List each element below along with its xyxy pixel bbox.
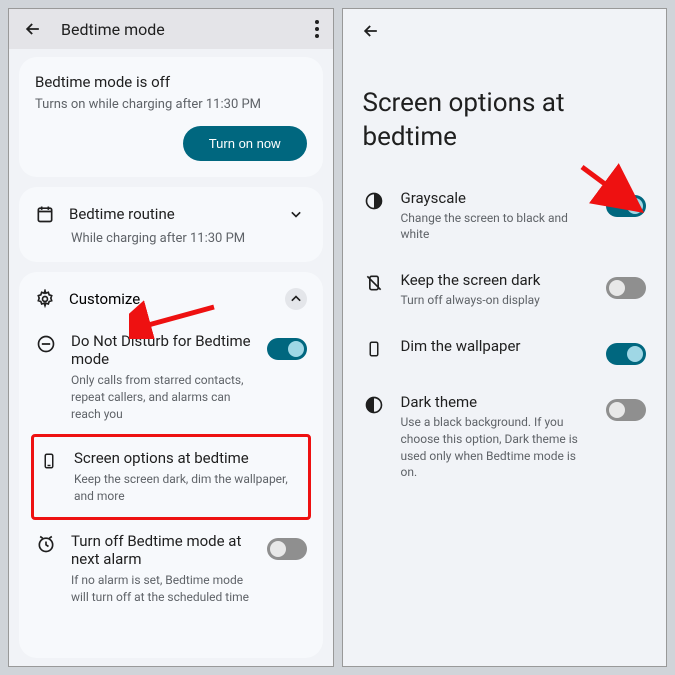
dnd-title: Do Not Disturb for Bedtime mode <box>71 332 253 368</box>
keep-dark-toggle[interactable] <box>606 277 646 299</box>
dnd-subtitle: Only calls from starred contacts, repeat… <box>71 372 253 422</box>
routine-label: Bedtime routine <box>69 205 271 223</box>
dark-theme-icon <box>363 393 385 415</box>
screen-options-title: Screen options at bedtime <box>74 449 304 467</box>
alarm-icon <box>35 532 57 554</box>
phone-icon <box>38 449 60 471</box>
content: Bedtime mode is off Turns on while charg… <box>9 49 333 666</box>
dnd-toggle[interactable] <box>267 338 307 360</box>
dark-theme-option[interactable]: Dark theme Use a black background. If you… <box>343 379 667 495</box>
top-bar: Bedtime mode <box>9 9 333 49</box>
dim-icon <box>363 337 385 359</box>
turn-on-button[interactable]: Turn on now <box>183 126 307 161</box>
keep-dark-title: Keep the screen dark <box>401 271 591 289</box>
dnd-item[interactable]: Do Not Disturb for Bedtime mode Only call… <box>35 320 307 434</box>
routine-card[interactable]: Bedtime routine While charging after 11:… <box>19 187 323 262</box>
grayscale-toggle[interactable] <box>606 195 646 217</box>
grayscale-icon <box>363 189 385 211</box>
keep-dark-subtitle: Turn off always-on display <box>401 292 591 309</box>
more-icon[interactable] <box>315 20 319 38</box>
status-subtitle: Turns on while charging after 11:30 PM <box>35 97 307 112</box>
back-icon[interactable] <box>361 21 381 41</box>
dim-title: Dim the wallpaper <box>401 337 591 355</box>
grayscale-subtitle: Change the screen to black and white <box>401 210 591 244</box>
chevron-up-icon[interactable] <box>285 288 307 310</box>
no-display-icon <box>363 271 385 293</box>
customize-label: Customize <box>69 290 271 308</box>
customize-card: Customize Do Not Disturb for Bedtime mod… <box>19 272 323 658</box>
routine-subtitle: While charging after 11:30 PM <box>71 231 307 246</box>
dark-theme-title: Dark theme <box>401 393 591 411</box>
page-title: Bedtime mode <box>61 20 297 39</box>
gear-icon <box>35 289 55 309</box>
alarm-title: Turn off Bedtime mode at next alarm <box>71 532 253 568</box>
status-title: Bedtime mode is off <box>35 73 307 91</box>
dnd-icon <box>35 332 57 354</box>
left-screen: Bedtime mode Bedtime mode is off Turns o… <box>8 8 334 667</box>
dim-option[interactable]: Dim the wallpaper <box>343 323 667 379</box>
dark-theme-toggle[interactable] <box>606 399 646 421</box>
chevron-down-icon <box>285 203 307 225</box>
dim-toggle[interactable] <box>606 343 646 365</box>
highlight-box: Screen options at bedtime Keep the screen… <box>31 434 311 520</box>
grayscale-title: Grayscale <box>401 189 591 207</box>
right-screen: Screen options at bedtime Grayscale Chang… <box>342 8 668 667</box>
grayscale-option[interactable]: Grayscale Change the screen to black and … <box>343 175 667 258</box>
dark-theme-subtitle: Use a black background. If you choose th… <box>401 414 591 481</box>
page-title: Screen options at bedtime <box>343 57 667 175</box>
status-card: Bedtime mode is off Turns on while charg… <box>19 57 323 177</box>
alarm-item[interactable]: Turn off Bedtime mode at next alarm If no… <box>35 520 307 618</box>
calendar-icon <box>35 204 55 224</box>
alarm-subtitle: If no alarm is set, Bedtime mode will tu… <box>71 572 253 606</box>
alarm-toggle[interactable] <box>267 538 307 560</box>
keep-dark-option[interactable]: Keep the screen dark Turn off always-on d… <box>343 257 667 323</box>
screen-options-item[interactable]: Screen options at bedtime Keep the screen… <box>38 445 304 509</box>
back-icon[interactable] <box>23 19 43 39</box>
screen-options-subtitle: Keep the screen dark, dim the wallpaper,… <box>74 471 304 505</box>
